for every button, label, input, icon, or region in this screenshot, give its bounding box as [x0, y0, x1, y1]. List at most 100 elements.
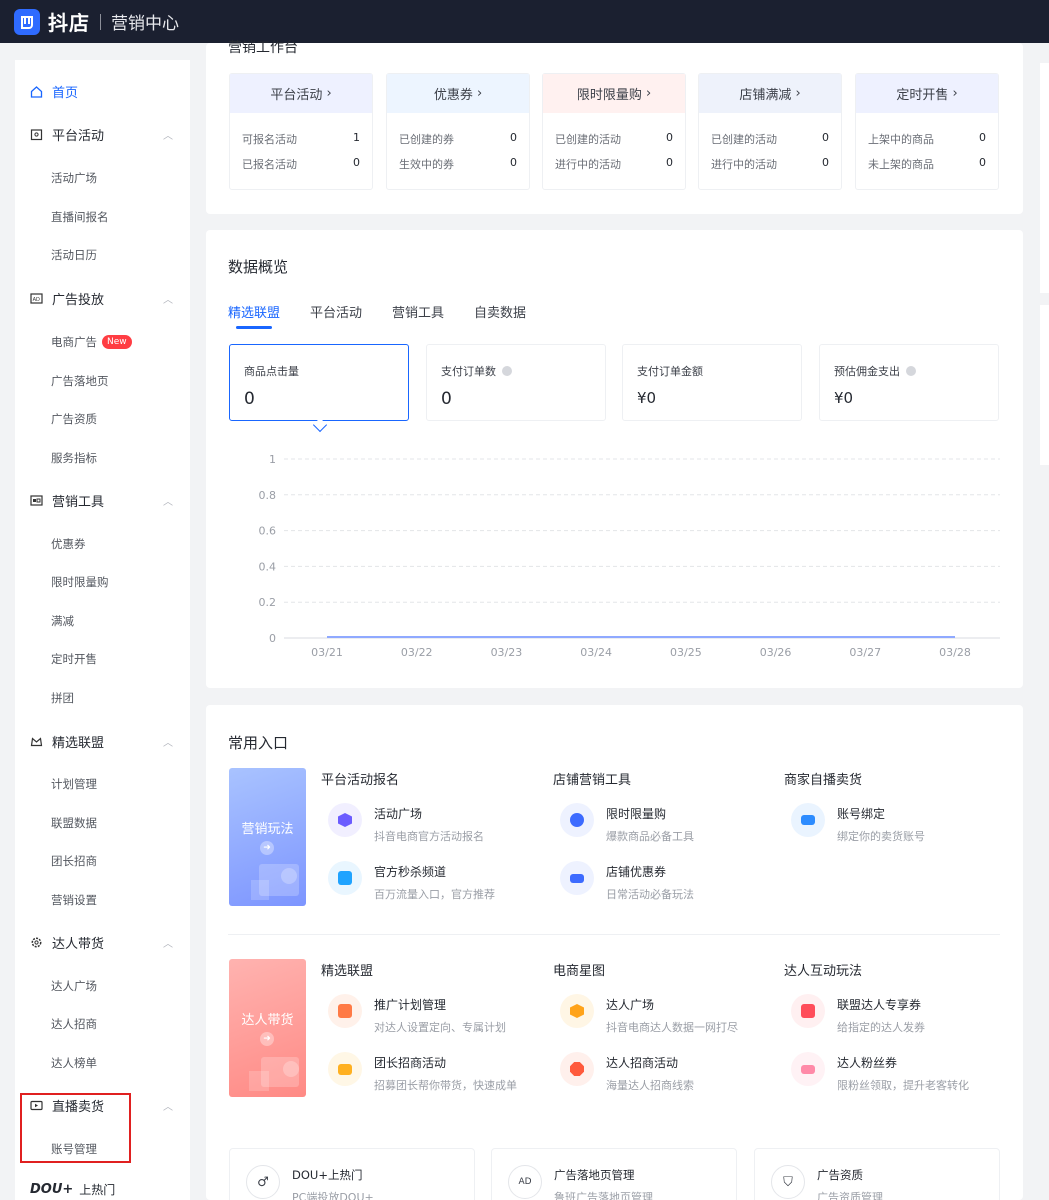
entry-fan-coupon[interactable]: 达人粉丝券 限粉丝领取，提升老客转化: [791, 1052, 1001, 1093]
y-tick-label: 0.2: [259, 596, 277, 609]
promo-illustration: [251, 864, 299, 900]
chevron-up-icon: ︿: [163, 295, 173, 306]
promo-card-kol[interactable]: 达人带货 ➜: [229, 959, 306, 1097]
row-value: 0: [666, 156, 673, 169]
entry-desc: 抖音电商达人数据一网打尽: [606, 1021, 738, 1034]
sidebar-group-platform[interactable]: 平台活动 ︿: [15, 125, 190, 144]
sidebar-item-label: 首页: [52, 86, 79, 101]
sidebar-item-kol-ranking[interactable]: 达人榜单: [15, 1055, 190, 1071]
entry-desc: 百万流量入口，官方推荐: [374, 888, 495, 901]
row-label: 生效中的券: [399, 158, 454, 171]
entry-title: DOU+上热门: [292, 1168, 363, 1182]
entry-alliance-coupon[interactable]: 联盟达人专享券 给指定的达人发券: [791, 994, 1001, 1035]
sidebar-group-ads[interactable]: AD 广告投放 ︿: [15, 289, 190, 308]
common-entrances: 常用入口 营销玩法 ➜ 平台活动报名 店铺营销工具 商家自播卖货 活动广场 抖音电…: [206, 705, 1023, 1200]
entry-desc: 对达人设置定向、专属计划: [374, 1021, 506, 1034]
entry-desc: 抖音电商官方活动报名: [374, 830, 484, 843]
x-tick-label: 03/23: [491, 646, 523, 659]
sidebar-item-ecom-ads[interactable]: 电商广告 New: [15, 334, 190, 350]
entry-title: 限时限量购: [606, 807, 667, 821]
home-icon: [30, 85, 43, 98]
shield-icon: ⛉: [771, 1165, 805, 1199]
workbench-card-platform[interactable]: 平台活动 › 可报名活动 1 已报名活动 0: [229, 73, 373, 190]
entry-activity-square[interactable]: 活动广场抖音电商官方活动报名: [328, 803, 538, 844]
chevron-right-icon: ›: [952, 86, 958, 101]
entry-title: 达人粉丝券: [837, 1056, 898, 1070]
sidebar-group-kol[interactable]: 达人带货 ︿: [15, 933, 190, 952]
sidebar-item-timed-sale[interactable]: 定时开售: [15, 651, 190, 667]
entry-desc: 爆款商品必备工具: [606, 830, 694, 843]
row-value: 0: [822, 156, 829, 169]
sidebar-group-alliance[interactable]: 精选联盟 ︿: [15, 732, 190, 751]
entry-kol-square[interactable]: 达人广场抖音电商达人数据一网打尽: [560, 994, 770, 1035]
sidebar-item-plan-manage[interactable]: 计划管理: [15, 776, 190, 792]
row-label: 未上架的商品: [868, 158, 934, 171]
svg-text:AD: AD: [33, 297, 40, 303]
ad-page-icon: AD: [508, 1165, 542, 1199]
sidebar-item-leader-recruit[interactable]: 团长招商: [15, 853, 190, 869]
section-title: 营销工作台: [228, 40, 298, 56]
sidebar: 首页 平台活动 ︿ 活动广场 直播间报名 活动日历 AD 广告投放 ︿ 电商广告…: [15, 60, 190, 1200]
bottom-card-dou-plus[interactable]: ♂ DOU+上热门 PC端投放DOU+: [229, 1148, 475, 1200]
sidebar-group-label: 广告投放: [52, 293, 105, 308]
sidebar-item-home[interactable]: 首页: [15, 82, 190, 101]
entry-kol-recruit-activity[interactable]: 达人招商活动 海量达人招商线索: [560, 1052, 770, 1093]
entry-flash-channel[interactable]: 官方秒杀频道 百万流量入口，官方推荐: [328, 861, 538, 902]
workbench-card-discount[interactable]: 店铺满减 › 已创建的活动 0 进行中的活动 0: [698, 73, 842, 190]
bag-icon: [328, 861, 362, 895]
row-value: 0: [666, 131, 673, 144]
chevron-up-icon: ︿: [163, 131, 173, 142]
y-tick-label: 0.6: [259, 525, 277, 538]
data-overview: 数据概览 精选联盟 平台活动 营销工具 自卖数据 商品点击量 0 支付订单数 0…: [206, 230, 1023, 688]
sidebar-item-discount[interactable]: 满减: [15, 613, 190, 629]
row-label: 已报名活动: [242, 158, 297, 171]
entry-title: 达人广场: [606, 998, 655, 1012]
top-bar: 抖店 营销中心: [0, 0, 1049, 43]
badge-icon: [560, 994, 594, 1028]
chevron-right-icon: ›: [326, 86, 332, 101]
entry-desc: PC端投放DOU+: [292, 1191, 374, 1200]
entry-flash-sale[interactable]: 限时限量购爆款商品必备工具: [560, 803, 770, 844]
sidebar-item-ad-landing[interactable]: 广告落地页: [15, 373, 190, 389]
sidebar-item-ad-qualification[interactable]: 广告资质: [15, 411, 190, 427]
row-label: 可报名活动: [242, 133, 297, 146]
entry-title: 达人招商活动: [606, 1056, 679, 1070]
promo-card-marketing[interactable]: 营销玩法 ➜: [229, 768, 306, 906]
entry-leader-activity[interactable]: 团长招商活动 招募团长帮你带货，快速成单: [328, 1052, 538, 1093]
entry-account-bind[interactable]: 账号绑定 绑定你的卖货账号: [791, 803, 1001, 844]
section-title: 常用入口: [228, 734, 289, 752]
entry-desc: 招募团长帮你带货，快速成单: [374, 1079, 517, 1092]
fan-ticket-icon: [791, 1052, 825, 1086]
brand-name[interactable]: 抖店: [48, 7, 90, 36]
sidebar-item-group-buy[interactable]: 拼团: [15, 690, 190, 706]
hexagon-icon: [328, 803, 362, 837]
sidebar-item-service-metrics[interactable]: 服务指标: [15, 450, 190, 466]
sidebar-item-kol-square[interactable]: 达人广场: [15, 978, 190, 994]
column-head: 商家自播卖货: [784, 773, 863, 788]
sidebar-item-marketing-settings[interactable]: 营销设置: [15, 892, 190, 908]
workbench-card-flash[interactable]: 限时限量购 › 已创建的活动 0 进行中的活动 0: [542, 73, 686, 190]
workbench-card-coupon[interactable]: 优惠券 › 已创建的券 0 生效中的券 0: [386, 73, 530, 190]
entry-title: 活动广场: [374, 807, 423, 821]
sidebar-item-activity-calendar[interactable]: 活动日历: [15, 247, 190, 263]
sidebar-item-flash-sale[interactable]: 限时限量购: [15, 574, 190, 590]
sidebar-item-activity-square[interactable]: 活动广场: [15, 170, 190, 186]
bottom-card-ad-landing[interactable]: AD 广告落地页管理 鲁班广告落地页管理: [491, 1148, 737, 1200]
chevron-up-icon: ︿: [163, 939, 173, 950]
grid-icon: [328, 994, 362, 1028]
entry-title: 广告资质: [817, 1168, 863, 1182]
entry-title: 广告落地页管理: [554, 1168, 635, 1182]
entry-shop-coupon[interactable]: 店铺优惠券 日常活动必备玩法: [560, 861, 770, 902]
workbench-card-timed[interactable]: 定时开售 › 上架中的商品 0 未上架的商品 0: [855, 73, 999, 190]
bottom-card-ad-qualification[interactable]: ⛉ 广告资质 广告资质管理: [754, 1148, 1000, 1200]
douyin-shop-logo-icon[interactable]: [14, 8, 40, 35]
sidebar-item-live-signup[interactable]: 直播间报名: [15, 209, 190, 225]
sidebar-item-alliance-data[interactable]: 联盟数据: [15, 815, 190, 831]
sidebar-item-coupons[interactable]: 优惠券: [15, 536, 190, 552]
sidebar-group-tools[interactable]: 营销工具 ︿: [15, 491, 190, 510]
sidebar-group-label: 平台活动: [52, 129, 105, 144]
sidebar-item-dou-plus[interactable]: DOU+ 上热门: [15, 1181, 190, 1198]
x-tick-label: 03/25: [670, 646, 702, 659]
sidebar-item-kol-recruit[interactable]: 达人招商: [15, 1016, 190, 1032]
entry-promo-plan[interactable]: 推广计划管理 对达人设置定向、专属计划: [328, 994, 538, 1035]
